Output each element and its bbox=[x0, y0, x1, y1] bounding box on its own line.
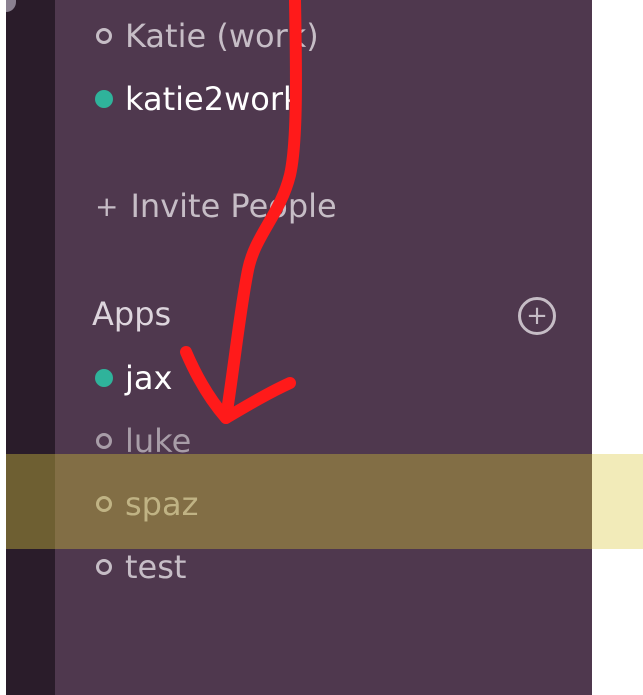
plus-icon: + bbox=[95, 189, 119, 223]
invite-people-link[interactable]: + Invite People bbox=[92, 184, 337, 228]
app-item-jax[interactable]: jax bbox=[92, 356, 172, 400]
dm-item-label: katie2work bbox=[125, 80, 302, 118]
invite-people-label: Invite People bbox=[130, 187, 337, 225]
dm-item-katie2work[interactable]: katie2work bbox=[92, 77, 302, 121]
presence-offline-icon bbox=[96, 433, 112, 449]
circle-plus-icon: + bbox=[526, 301, 548, 331]
app-item-label: test bbox=[125, 548, 187, 586]
dm-item-label: Katie (work) bbox=[125, 17, 319, 55]
app-item-label: jax bbox=[125, 359, 173, 397]
team-switcher-strip bbox=[6, 0, 55, 695]
add-app-button[interactable]: + bbox=[518, 297, 556, 335]
app-item-spaz[interactable]: spaz bbox=[92, 482, 198, 526]
presence-offline-icon bbox=[96, 28, 112, 44]
app-item-test[interactable]: test bbox=[92, 545, 186, 589]
presence-online-icon bbox=[95, 369, 113, 387]
app-item-label: luke bbox=[125, 422, 192, 460]
apps-section-heading[interactable]: Apps bbox=[92, 292, 171, 336]
app-item-luke[interactable]: luke bbox=[92, 419, 191, 463]
presence-online-icon bbox=[95, 90, 113, 108]
highlight-overflow bbox=[592, 454, 643, 549]
dm-item-katie-work[interactable]: Katie (work) bbox=[92, 14, 319, 58]
presence-offline-icon bbox=[96, 496, 112, 512]
app-item-label: spaz bbox=[125, 485, 199, 523]
team-icon-edge[interactable] bbox=[6, 0, 16, 12]
presence-offline-icon bbox=[96, 559, 112, 575]
